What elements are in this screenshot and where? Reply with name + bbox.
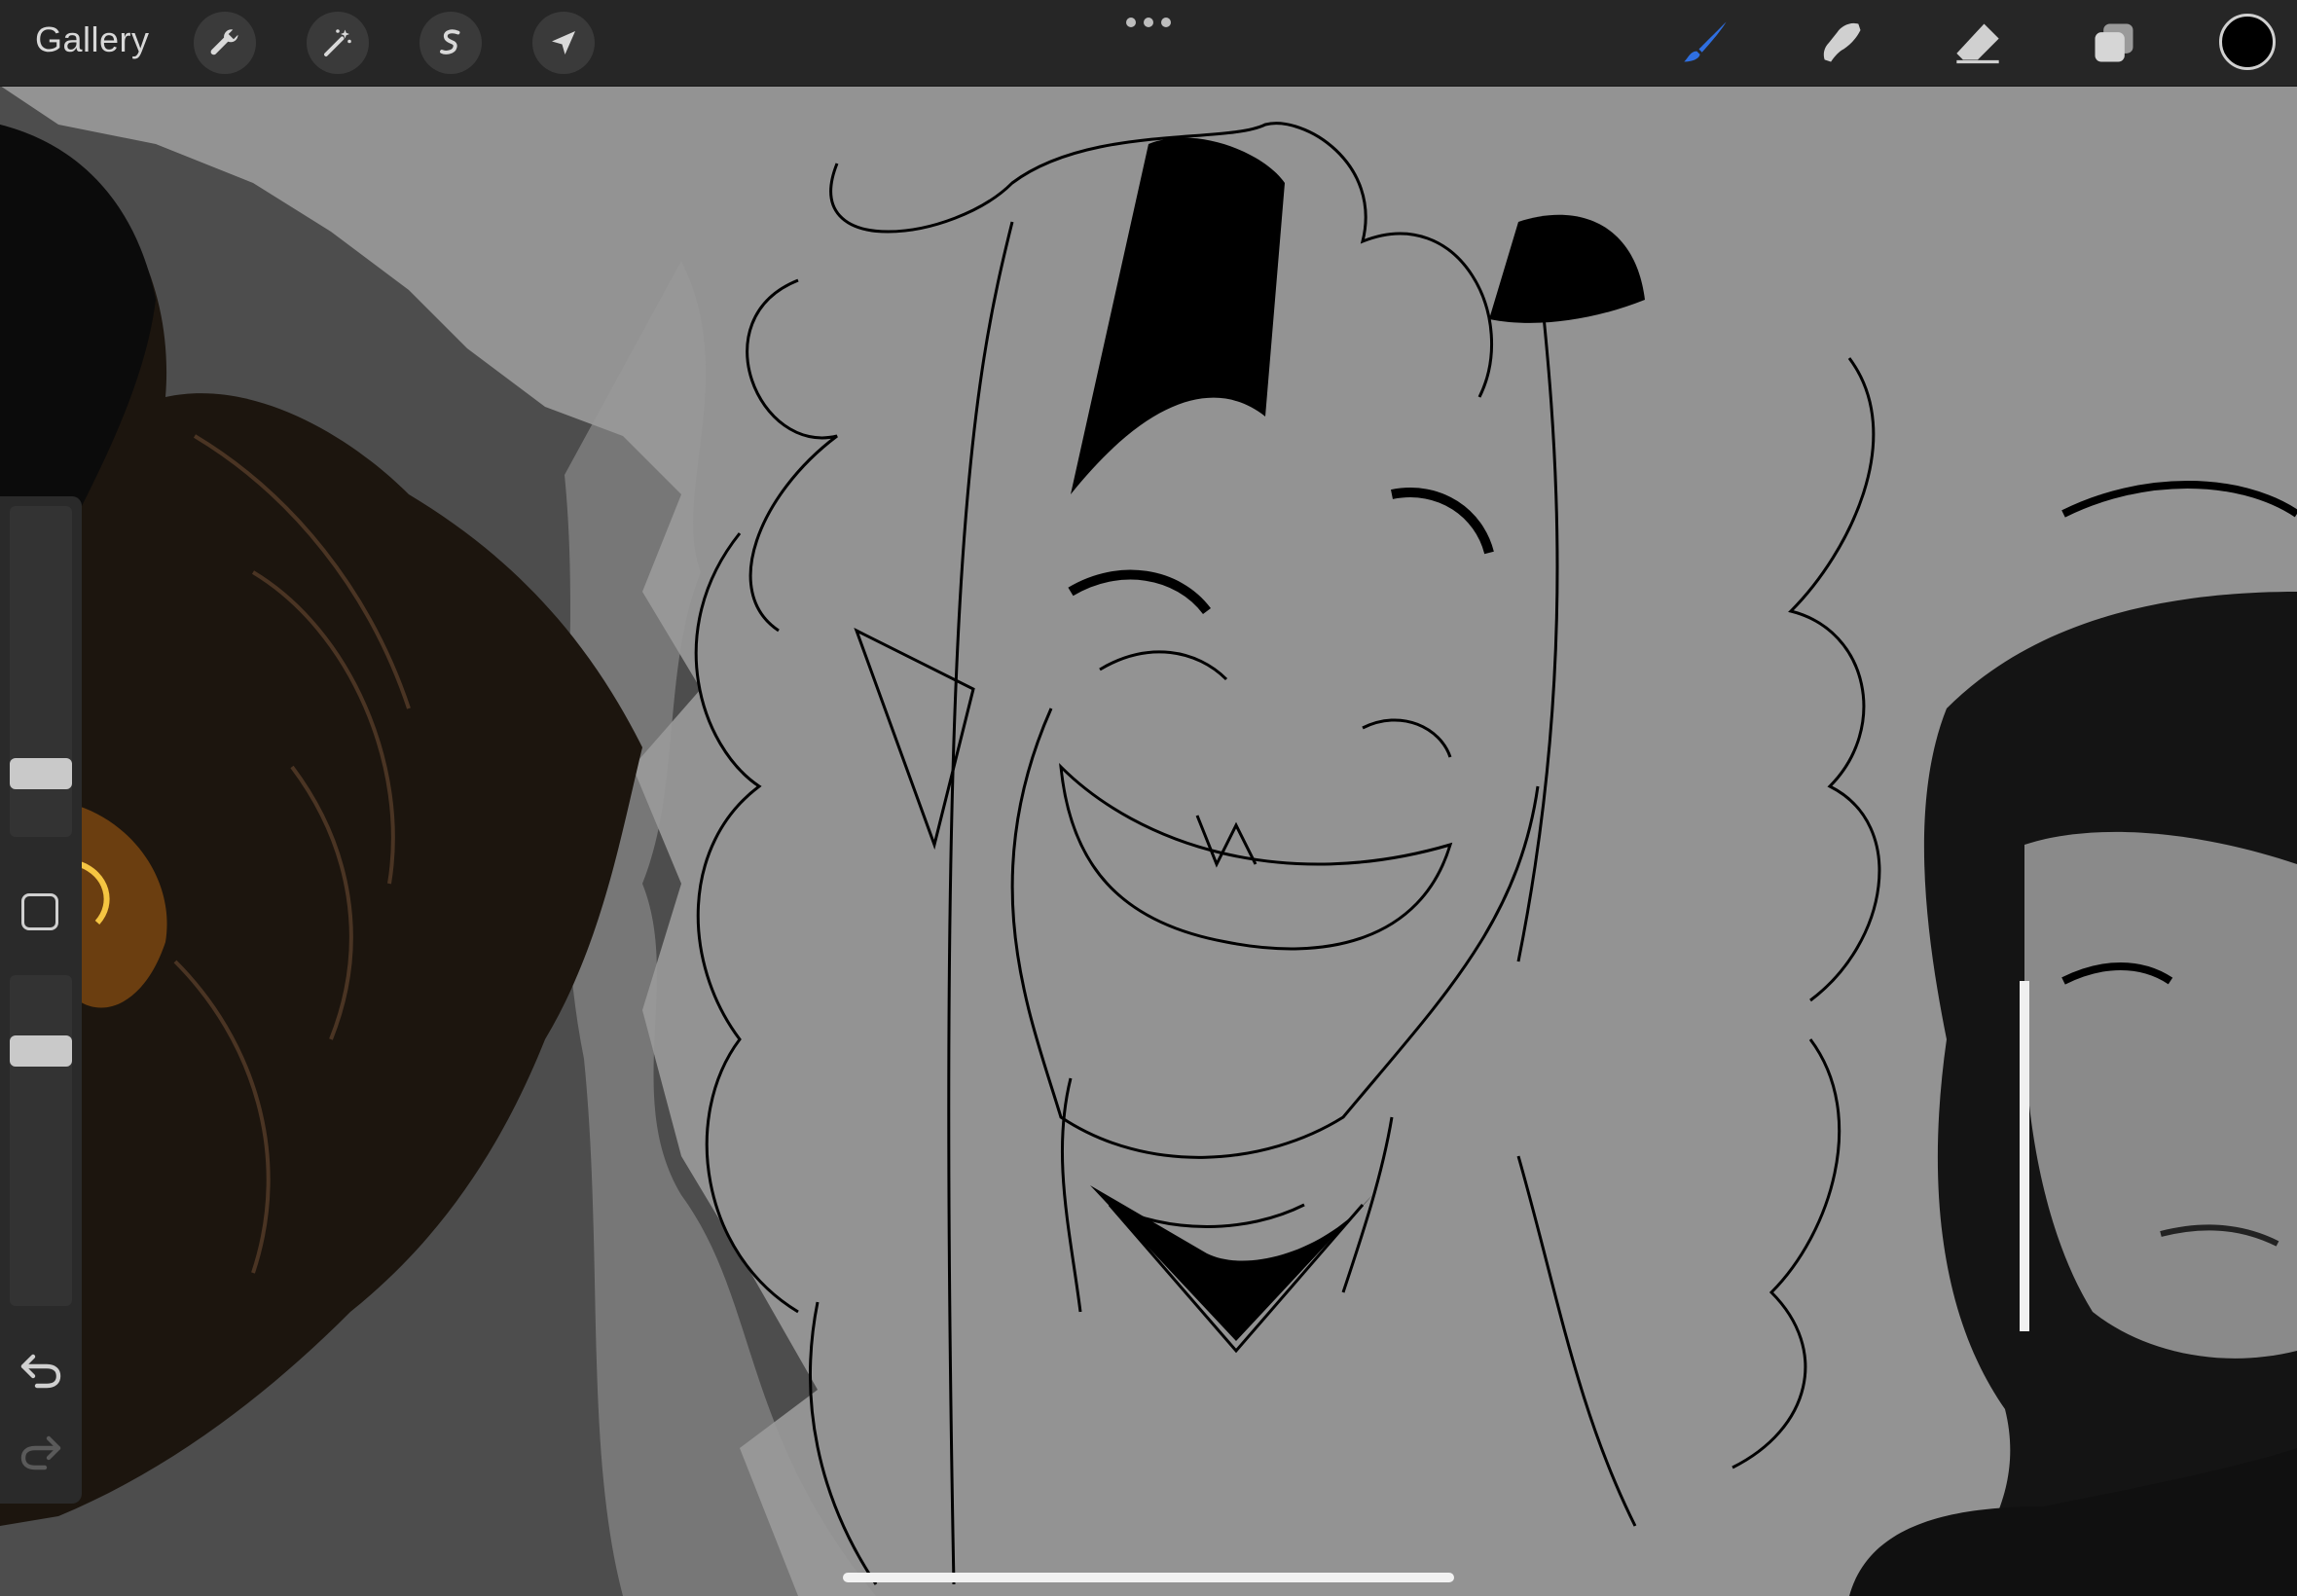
top-toolbar: Gallery bbox=[0, 0, 2297, 87]
ellipsis-icon[interactable] bbox=[1124, 16, 1173, 29]
artwork bbox=[0, 86, 2297, 1596]
character-center-sketch bbox=[694, 122, 1881, 1585]
arrow-cursor-icon bbox=[552, 31, 575, 54]
color-picker-swatch[interactable] bbox=[2219, 14, 2276, 70]
gallery-button[interactable]: Gallery bbox=[35, 19, 150, 60]
layers-button[interactable] bbox=[2085, 14, 2143, 72]
cloud-shape bbox=[565, 261, 876, 1596]
character-center-ear-right bbox=[1489, 214, 1645, 323]
drawing-canvas[interactable] bbox=[0, 86, 2297, 1596]
brush-icon bbox=[1684, 21, 1727, 62]
adjustments-button[interactable] bbox=[307, 12, 369, 74]
eraser-icon bbox=[1956, 23, 1999, 64]
redo-icon[interactable] bbox=[18, 1433, 64, 1471]
actions-button[interactable] bbox=[194, 12, 256, 74]
selection-button[interactable] bbox=[419, 12, 482, 74]
smudge-finger-icon bbox=[1823, 22, 1861, 62]
character-center-neck-shadow bbox=[1090, 1185, 1372, 1341]
opacity-handle[interactable] bbox=[10, 1034, 72, 1067]
layers-icon bbox=[2095, 23, 2133, 62]
left-sidebar bbox=[0, 496, 82, 1504]
character-right-hair-strand bbox=[2061, 481, 2297, 518]
undo-icon[interactable] bbox=[18, 1351, 64, 1390]
transform-button[interactable] bbox=[532, 12, 595, 74]
wrench-icon bbox=[210, 29, 238, 55]
smudge-tool-button[interactable] bbox=[1812, 14, 1871, 72]
selection-s-icon bbox=[440, 29, 460, 54]
brush-size-handle[interactable] bbox=[10, 757, 72, 789]
home-indicator[interactable] bbox=[843, 1573, 1454, 1582]
character-center-ear-left bbox=[1071, 137, 1285, 494]
opacity-slider[interactable] bbox=[10, 975, 72, 1306]
modify-button[interactable] bbox=[21, 893, 58, 930]
brush-tool-button[interactable] bbox=[1676, 14, 1734, 72]
magic-wand-icon bbox=[324, 29, 351, 56]
eraser-tool-button[interactable] bbox=[1949, 14, 2007, 72]
